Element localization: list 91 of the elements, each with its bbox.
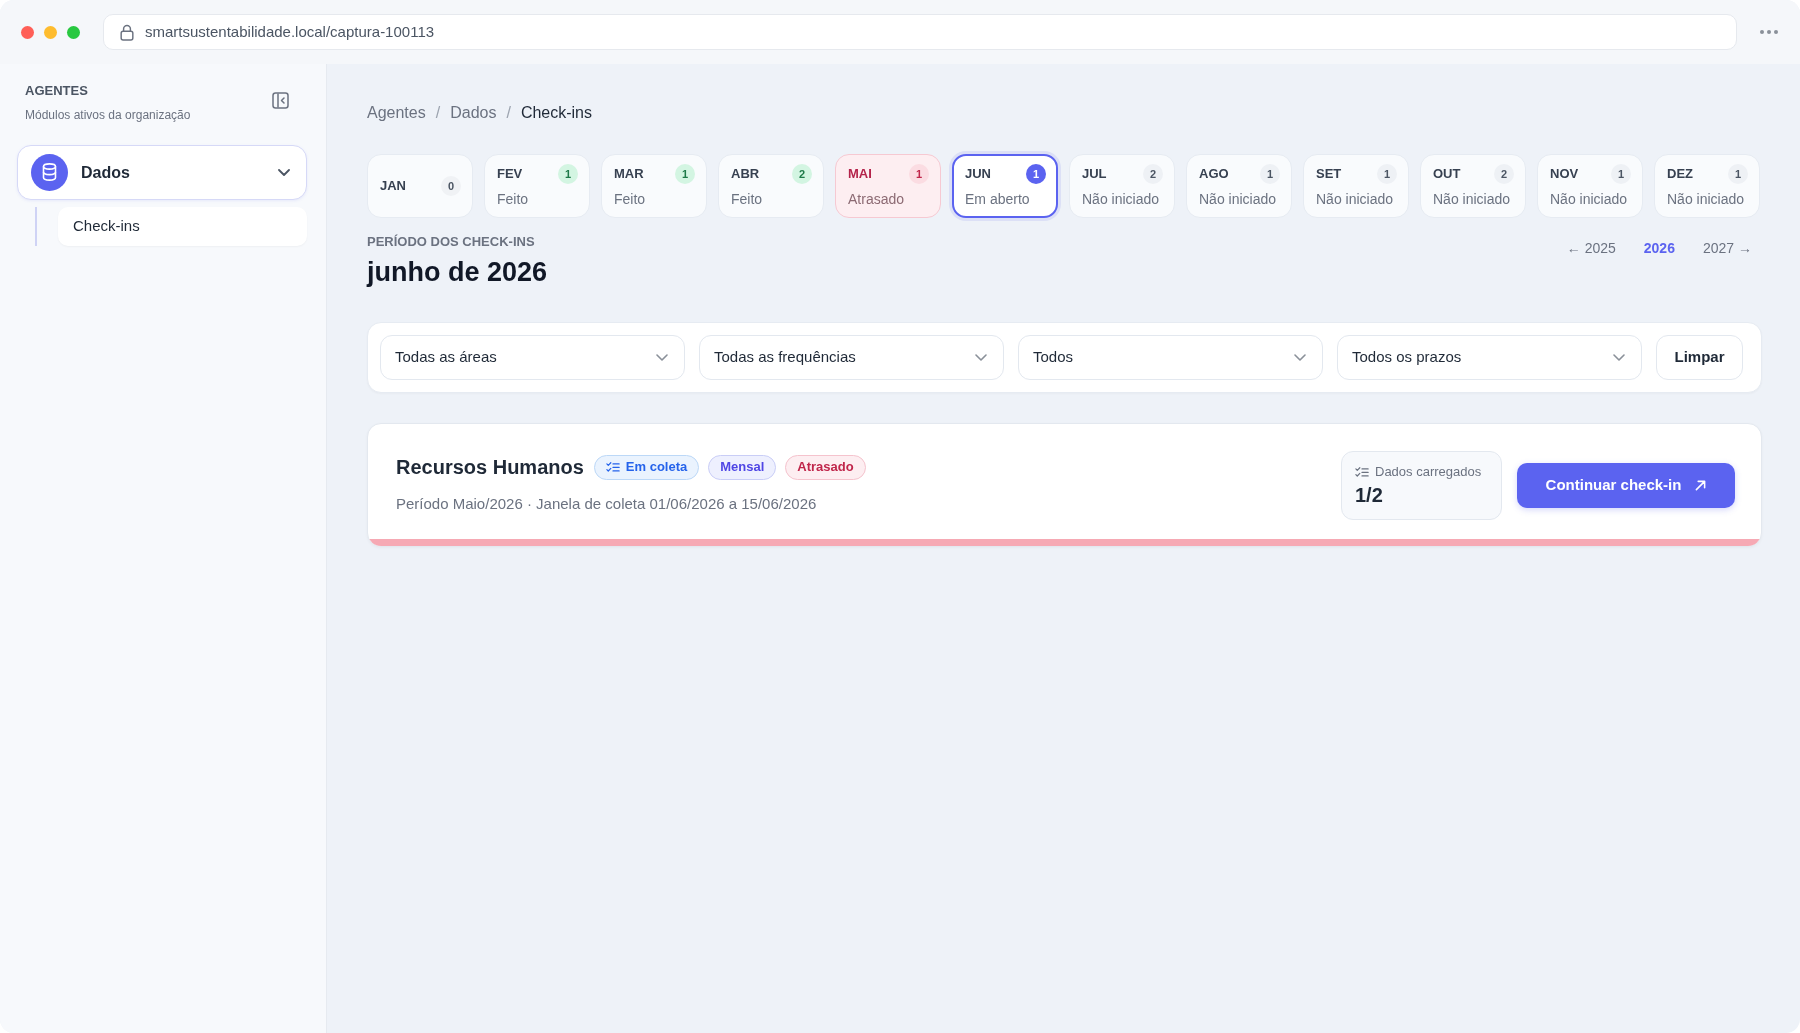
count-badge: 2 [792,164,812,184]
month-tab[interactable]: NOV 1 Não iniciado [1537,154,1643,218]
checklist-icon [1355,466,1369,478]
frequency-tag: Mensal [708,454,777,480]
month-label: ABR [731,166,760,182]
month-tab[interactable]: OUT 2 Não iniciado [1420,154,1526,218]
chevron-down-icon [278,169,290,176]
year-link[interactable]: 2027 → [1702,239,1752,257]
breadcrumb-link[interactable]: Dados [450,103,497,123]
panel-left-icon[interactable] [272,92,289,109]
count-badge: 2 [1494,164,1514,184]
month-status: Não iniciado [1433,190,1512,208]
sidebar-subtitle: Módulos ativos da organização [25,107,191,123]
loaded-value: 1/2 [1355,483,1384,507]
month-label: MAR [614,166,644,182]
count-badge: 1 [1728,164,1748,184]
breadcrumb-separator: / [435,103,441,123]
month-label: AGO [1199,166,1229,182]
sidebar-title: AGENTES [25,83,89,99]
filter-dropdown[interactable]: Todos os prazos [1337,335,1642,380]
filter-dropdown[interactable]: Todos [1018,335,1323,380]
card-subtitle: Período Maio/2026 · Janela de coleta 01/06/2026 a 15/06/2026 [396,494,818,514]
continue-checkin-button[interactable]: Continuar check-in [1517,463,1735,508]
month-tab[interactable]: JAN 0 [367,154,473,218]
count-badge: 1 [909,164,929,184]
chevron-down-icon [1294,354,1306,361]
month-tab[interactable]: MAI 1 Atrasado [835,154,941,218]
count-badge: 0 [441,176,461,196]
lock-icon [120,23,134,41]
period-title: junho de 2026 [367,256,548,289]
window-maximize-icon[interactable] [67,25,80,39]
filter-dropdown[interactable]: Todas as frequências [699,335,1004,380]
chevron-down-icon [975,354,987,361]
loaded-label: Dados carregados [1375,464,1482,480]
month-label: JUL [1082,166,1107,182]
month-tab[interactable]: ABR 2 Feito [718,154,824,218]
month-tab[interactable]: JUN 1 Em aberto [952,154,1058,218]
month-label: JAN [380,178,406,194]
database-icon [31,154,68,191]
month-status: Não iniciado [1316,190,1395,208]
month-tab[interactable]: DEZ 1 Não iniciado [1654,154,1760,218]
month-label: OUT [1433,166,1461,182]
arrow-up-right-icon [1695,480,1707,491]
window-close-icon[interactable] [21,25,34,39]
month-tab[interactable]: JUL 2 Não iniciado [1069,154,1175,218]
breadcrumb-current: Check-ins [520,103,592,123]
checklist-icon [605,461,620,473]
month-status: Não iniciado [1550,190,1629,208]
month-status: Feito [731,190,764,208]
month-label: JUN [965,166,991,182]
month-tab[interactable]: FEV 1 Feito [484,154,590,218]
more-icon[interactable] [1759,30,1778,34]
card-title: Recursos Humanos [396,455,584,480]
chevron-down-icon [1613,354,1625,361]
count-badge: 1 [1377,164,1397,184]
count-badge: 1 [1611,164,1631,184]
clear-button[interactable]: Limpar [1656,335,1743,380]
month-label: DEZ [1667,166,1693,182]
tag-label: Em coleta [625,458,688,477]
count-badge: 1 [558,164,578,184]
month-label: FEV [497,166,523,182]
count-badge: 2 [1143,164,1163,184]
month-label: SET [1316,166,1342,182]
month-tab[interactable]: AGO 1 Não iniciado [1186,154,1292,218]
month-tab[interactable]: SET 1 Não iniciado [1303,154,1409,218]
nav-group-item[interactable]: Dados [17,145,307,200]
month-status: Feito [614,190,647,208]
chevron-down-icon [656,354,668,361]
count-badge: 1 [675,164,695,184]
month-status: Atrasado [848,190,906,208]
breadcrumb-link[interactable]: Agentes [367,103,426,123]
year-link[interactable]: ← 2025 [1566,239,1616,257]
section-eyebrow: PERÍODO DOS CHECK-INS [367,234,536,250]
window-minimize-icon[interactable] [44,25,57,39]
url-text: smartsustentabilidade.local/captura-100113 [145,22,435,42]
status-tag: Atrasado [785,454,866,480]
year-link[interactable]: 2026 [1643,239,1675,257]
month-status: Feito [497,190,530,208]
month-label: MAI [848,166,872,182]
month-status: Não iniciado [1199,190,1278,208]
month-label: NOV [1550,166,1579,182]
month-status: Não iniciado [1667,190,1746,208]
count-badge: 1 [1026,164,1046,184]
address-bar[interactable]: smartsustentabilidade.local/captura-100113 [103,14,1737,50]
month-status: Em aberto [965,190,1031,208]
breadcrumb-separator: / [506,103,511,123]
month-status: Não iniciado [1082,190,1161,208]
month-tab[interactable]: MAR 1 Feito [601,154,707,218]
filter-dropdown[interactable]: Todas as áreas [380,335,685,380]
sidebar-subitem[interactable]: Check-ins [58,207,307,246]
count-badge: 1 [1260,164,1280,184]
